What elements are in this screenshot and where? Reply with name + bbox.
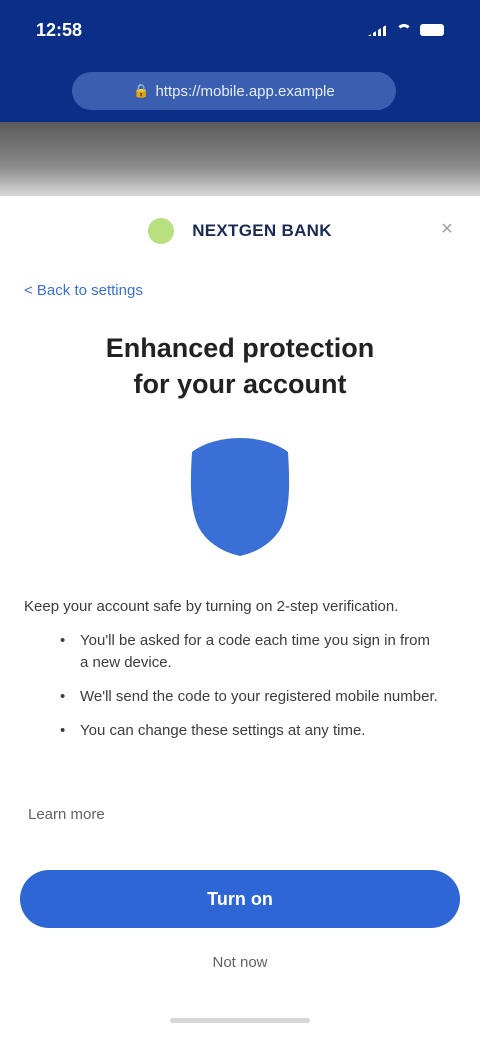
page-title-line-2: for your account bbox=[133, 369, 347, 399]
page-title: Enhanced protection for your account bbox=[40, 330, 440, 402]
back-link[interactable]: < Back to settings bbox=[24, 276, 143, 304]
address-text: https://mobile.app.example bbox=[155, 82, 335, 100]
battery-icon bbox=[420, 24, 444, 36]
back-link-label: < Back to settings bbox=[24, 281, 143, 299]
status-bar: 12:58 bbox=[0, 0, 480, 60]
skip-link[interactable]: Not now bbox=[0, 954, 480, 971]
home-indicator bbox=[170, 1018, 310, 1023]
lock-icon: 🔒 bbox=[133, 83, 150, 98]
signal-icon bbox=[368, 24, 388, 36]
bullet-list: You'll be asked for a code each time you… bbox=[56, 630, 440, 754]
bullet-item: You'll be asked for a code each time you… bbox=[56, 630, 440, 674]
page-title-line-1: Enhanced protection bbox=[105, 333, 375, 363]
shield-icon bbox=[190, 438, 290, 556]
primary-button[interactable]: Turn on bbox=[20, 870, 460, 928]
page-banner bbox=[0, 122, 480, 196]
brand-name: NEXTGEN BANK bbox=[192, 221, 332, 240]
status-time: 12:58 bbox=[36, 19, 83, 40]
learn-more-link[interactable]: Learn more bbox=[28, 806, 105, 830]
address-bar[interactable]: 🔒 https://mobile.app.example bbox=[72, 72, 396, 110]
app-header: NEXTGEN BANK × bbox=[0, 196, 480, 266]
intro-text: Keep your account safe by turning on 2-s… bbox=[24, 598, 399, 615]
wifi-icon bbox=[396, 24, 412, 36]
close-icon[interactable]: × bbox=[436, 218, 458, 240]
logo-icon bbox=[148, 218, 175, 244]
browser-bar: 🔒 https://mobile.app.example bbox=[0, 60, 480, 122]
status-icons bbox=[368, 24, 444, 36]
bullet-item: We'll send the code to your registered m… bbox=[56, 686, 440, 708]
bullet-item: You can change these settings at any tim… bbox=[56, 720, 440, 742]
